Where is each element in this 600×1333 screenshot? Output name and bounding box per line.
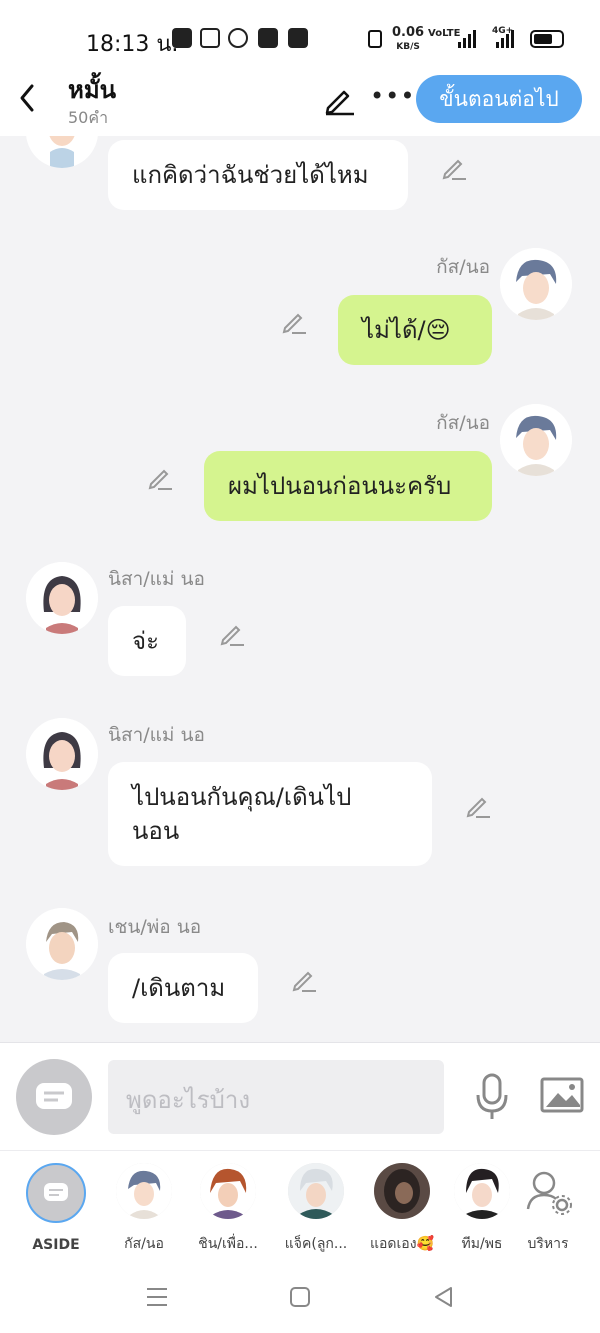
character-label: ASIDE — [32, 1237, 80, 1253]
character-label: บริหาร — [527, 1236, 569, 1252]
message-list: แกคิดว่าฉันช่วยได้ไหม กัส/นอ ไม่ได้/😔 กั… — [0, 136, 600, 1042]
message-text: ไม่ได้/😔 — [362, 316, 451, 344]
edit-message-icon[interactable] — [146, 464, 174, 492]
chat-screen: 18:13 น. 0.06 KB/S VoLTE 4G+ หมั้น 50คำ — [0, 0, 600, 1333]
back-triangle-icon[interactable] — [432, 1285, 454, 1309]
image-upload-icon[interactable] — [540, 1075, 584, 1115]
menu-icon[interactable] — [146, 1286, 168, 1308]
edit-message-icon[interactable] — [440, 154, 468, 182]
speaker-avatar[interactable] — [26, 718, 98, 790]
message-bubble[interactable]: /เดินตาม — [108, 953, 258, 1023]
message-text: แกคิดว่าฉันช่วยได้ไหม — [132, 161, 369, 189]
speaker-name: กัส/นอ — [436, 256, 490, 278]
net-speed-value: 0.06 — [392, 25, 425, 40]
character-label: กัส/นอ — [124, 1236, 164, 1252]
next-step-button[interactable]: ขั้นตอนต่อไป — [416, 75, 582, 123]
edit-message-icon[interactable] — [280, 308, 308, 336]
speaker-name: เชน/พ่อ นอ — [108, 916, 202, 938]
character-gus[interactable]: กัส/นอ — [108, 1163, 180, 1255]
character-avatar — [116, 1163, 172, 1219]
character-label: แอดเอง🥰 — [370, 1236, 434, 1252]
app-notification-icon — [258, 28, 278, 48]
character-label: ทีม/พธ — [461, 1236, 503, 1252]
message-text: ไปนอนกันคุณ/เดินไป — [132, 783, 352, 811]
word-count: 50คำ — [68, 108, 109, 127]
character-label: ชิน/เพื่อ... — [198, 1236, 258, 1252]
chat-header: หมั้น 50คำ ••• ขั้นตอนต่อไป — [0, 62, 600, 136]
battery-icon — [530, 30, 564, 48]
instagram-icon — [200, 28, 220, 48]
net-speed: 0.06 KB/S — [392, 26, 424, 54]
chat-bubble-icon — [44, 1183, 68, 1201]
composer-bar: พูดอะไรบ้าง — [0, 1042, 600, 1150]
message-bubble[interactable]: ไม่ได้/😔 — [338, 295, 492, 365]
microphone-icon[interactable] — [472, 1071, 512, 1121]
manage-users-icon — [520, 1163, 576, 1219]
chat-title: หมั้น — [68, 76, 117, 104]
speaker-name: นิสา/แม่ นอ — [108, 724, 205, 746]
message-text: จ่ะ — [132, 627, 159, 655]
character-label: แจ็ค(ลูก... — [284, 1236, 348, 1252]
speaker-avatar[interactable] — [26, 136, 98, 168]
speaker-avatar[interactable] — [26, 562, 98, 634]
net-speed-unit: KB/S — [396, 42, 420, 52]
home-icon[interactable] — [289, 1286, 311, 1308]
message-text-line2: นอน — [132, 817, 180, 845]
back-arrow-icon[interactable] — [14, 80, 42, 116]
message-text: /เดินตาม — [132, 974, 226, 1002]
character-avatar — [374, 1163, 430, 1219]
edit-pencil-icon[interactable] — [322, 82, 356, 116]
status-time: 18:13 น. — [86, 32, 179, 57]
character-avatar — [200, 1163, 256, 1219]
system-nav-bar — [0, 1260, 600, 1333]
app-notification-icon — [172, 28, 192, 48]
speaker-name: กัส/นอ — [436, 412, 490, 434]
speaker-avatar[interactable] — [500, 404, 572, 476]
character-manage[interactable]: บริหาร — [512, 1163, 584, 1255]
speaker-avatar[interactable] — [26, 908, 98, 980]
app-notification-icon — [288, 28, 308, 48]
message-bubble[interactable]: ผมไปนอนก่อนนะครับ — [204, 451, 492, 521]
aside-toggle-button[interactable] — [16, 1059, 92, 1135]
character-admin[interactable]: แอดเอง🥰 — [366, 1163, 438, 1255]
message-input[interactable]: พูดอะไรบ้าง — [108, 1060, 444, 1134]
signal-icon-2 — [496, 30, 514, 48]
character-avatar — [288, 1163, 344, 1219]
character-jack[interactable]: แจ็ค(ลูก... — [280, 1163, 352, 1255]
speaker-name: นิสา/แม่ นอ — [108, 568, 205, 590]
vibrate-icon — [368, 30, 382, 48]
volte-badge: VoLTE — [428, 28, 461, 39]
edit-message-icon[interactable] — [290, 966, 318, 994]
edit-message-icon[interactable] — [464, 792, 492, 820]
app-notification-icon — [228, 28, 248, 48]
character-avatar — [454, 1163, 510, 1219]
character-aside[interactable]: ASIDE — [20, 1163, 92, 1253]
aside-avatar — [26, 1163, 86, 1223]
edit-message-icon[interactable] — [218, 620, 246, 648]
chat-bubble-icon — [36, 1083, 72, 1109]
message-bubble[interactable]: จ่ะ — [108, 606, 186, 676]
message-bubble[interactable]: แกคิดว่าฉันช่วยได้ไหม — [108, 140, 408, 210]
speaker-avatar[interactable] — [500, 248, 572, 320]
message-bubble[interactable]: ไปนอนกันคุณ/เดินไป นอน — [108, 762, 432, 866]
more-menu-icon[interactable]: ••• — [370, 82, 415, 110]
signal-icon — [458, 30, 476, 48]
character-team[interactable]: ทีม/พธ — [446, 1163, 518, 1255]
character-shin[interactable]: ชิน/เพื่อ... — [192, 1163, 264, 1255]
message-text: ผมไปนอนก่อนนะครับ — [228, 472, 452, 500]
character-switcher: ASIDE กัส/นอ ชิน/เพื่อ... แจ็ค(ลูก... แอ… — [0, 1150, 600, 1260]
